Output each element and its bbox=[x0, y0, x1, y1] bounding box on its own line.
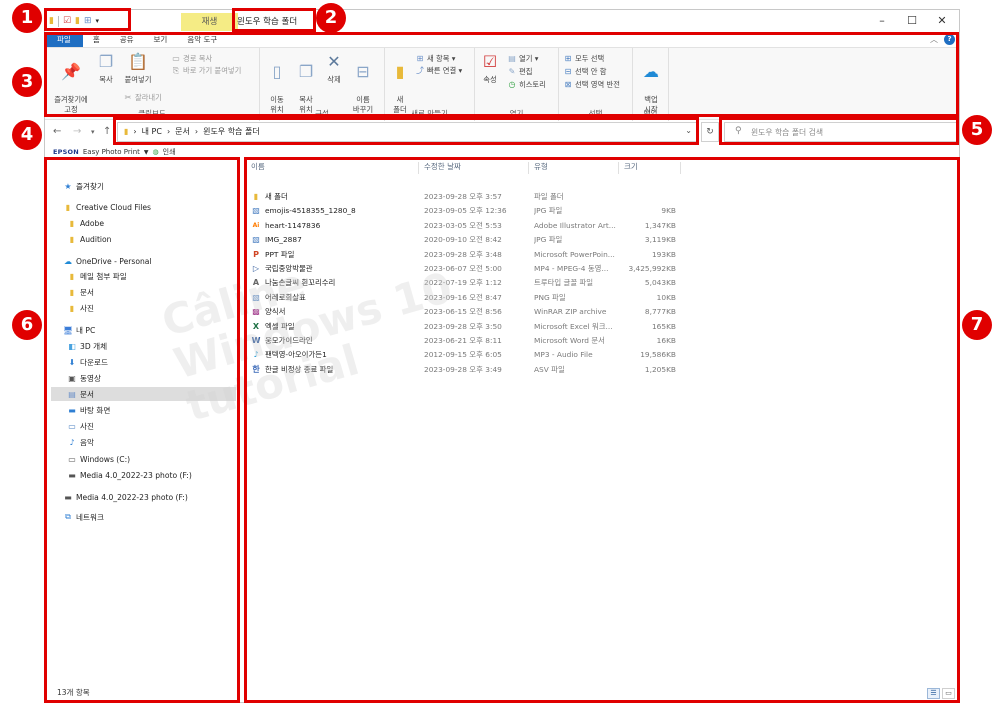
annotation-badge-2: 2 bbox=[316, 3, 346, 33]
annotation-badge-3: 3 bbox=[12, 67, 42, 97]
forward-arrow-icon[interactable]: → bbox=[73, 126, 81, 137]
back-arrow-icon[interactable]: ← bbox=[53, 126, 61, 137]
print-button[interactable]: 인쇄 bbox=[163, 147, 176, 157]
annotation-box-ribbon bbox=[44, 32, 959, 117]
annotation-box-quick-access bbox=[44, 8, 131, 31]
refresh-icon: ↻ bbox=[706, 127, 714, 137]
annotation-box-file-list bbox=[244, 157, 960, 703]
annotation-badge-6: 6 bbox=[12, 310, 42, 340]
annotation-badge-4: 4 bbox=[12, 120, 42, 150]
refresh-button[interactable]: ↻ bbox=[701, 122, 719, 142]
contextual-tab-play[interactable]: 재생 bbox=[181, 13, 238, 31]
annotation-badge-5: 5 bbox=[962, 115, 992, 145]
annotation-badge-1: 1 bbox=[12, 3, 42, 33]
annotation-box-navigation-pane bbox=[44, 157, 240, 703]
close-button[interactable]: ✕ bbox=[927, 13, 957, 29]
annotation-box-search bbox=[719, 117, 959, 145]
annotation-box-title bbox=[232, 8, 316, 32]
annotation-badge-7: 7 bbox=[962, 310, 992, 340]
print-icon: ◍ bbox=[152, 148, 159, 156]
epson-logo: EPSON bbox=[53, 148, 79, 156]
recent-locations-chevron-icon[interactable]: ▾ bbox=[91, 128, 95, 136]
maximize-button[interactable]: ☐ bbox=[897, 13, 927, 29]
minimize-button[interactable]: – bbox=[867, 13, 897, 29]
up-arrow-icon[interactable]: ↑ bbox=[103, 126, 111, 137]
annotation-box-address-bar bbox=[113, 117, 699, 145]
title-bar: ▮ ☑ ▮ ⊞ ▾ 재생 윈도우 학습 폴더 – ☐ ✕ bbox=[45, 10, 959, 33]
easy-photo-print-button[interactable]: Easy Photo Print bbox=[83, 148, 140, 156]
chevron-down-icon[interactable]: ▼ bbox=[144, 149, 149, 156]
